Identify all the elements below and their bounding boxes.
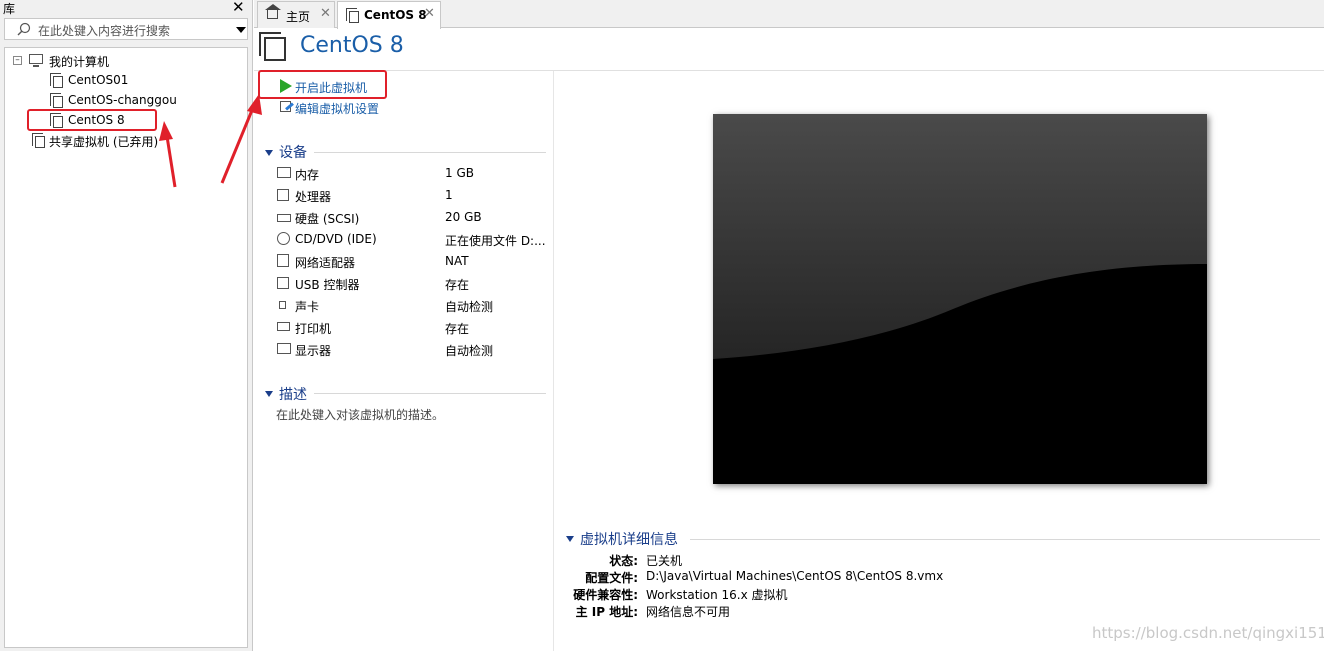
annotation-arrowhead-vm [159,121,173,141]
annotation-arrows [159,94,262,188]
annotation-arrow-power-on [220,102,257,184]
annotation-arrowhead-power-on [247,94,262,115]
